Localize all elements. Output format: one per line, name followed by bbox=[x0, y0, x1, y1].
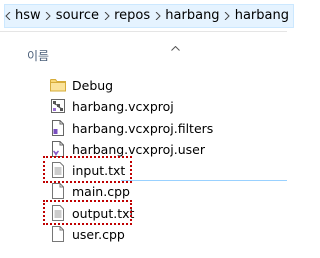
file-name: Debug bbox=[72, 77, 114, 93]
breadcrumb-separator-icon[interactable] bbox=[45, 5, 52, 27]
column-name-label[interactable]: 이름 bbox=[27, 47, 49, 64]
breadcrumb-item-source[interactable]: source bbox=[52, 5, 103, 27]
list-item-debug[interactable]: Debug bbox=[45, 75, 113, 95]
document-icon bbox=[50, 183, 66, 199]
list-item-vcxproj[interactable]: harbang.vcxproj bbox=[45, 96, 174, 116]
file-name: harbang.vcxproj.filters bbox=[72, 120, 214, 136]
breadcrumb-separator-icon[interactable] bbox=[224, 5, 231, 27]
filters-file-icon bbox=[50, 120, 66, 136]
breadcrumb-item-harbang[interactable]: harbang bbox=[161, 5, 223, 27]
address-bar: hsw source repos harbang harbang bbox=[0, 0, 294, 32]
file-name: main.cpp bbox=[72, 183, 130, 199]
breadcrumb[interactable]: hsw source repos harbang harbang bbox=[4, 4, 294, 28]
file-name: harbang.vcxproj bbox=[72, 98, 174, 114]
highlight-box-input bbox=[43, 156, 132, 183]
sort-ascending-icon bbox=[171, 40, 180, 54]
breadcrumb-item-harbang-current[interactable]: harbang bbox=[231, 5, 293, 27]
highlight-box-output bbox=[43, 200, 132, 225]
column-header[interactable]: 이름 bbox=[0, 33, 287, 64]
list-item-user-cpp[interactable]: user.cpp bbox=[45, 224, 125, 244]
breadcrumb-item-hsw[interactable]: hsw bbox=[11, 5, 45, 27]
file-name: harbang.vcxproj.user bbox=[72, 141, 205, 157]
document-icon bbox=[50, 226, 66, 242]
vcxproj-icon bbox=[50, 98, 66, 114]
breadcrumb-separator-icon[interactable] bbox=[154, 5, 161, 27]
breadcrumb-item-repos[interactable]: repos bbox=[110, 5, 154, 27]
list-item-vcxproj-filters[interactable]: harbang.vcxproj.filters bbox=[45, 118, 213, 138]
vs-user-file-icon bbox=[50, 141, 66, 157]
list-item-main-cpp[interactable]: main.cpp bbox=[45, 181, 130, 201]
focus-line bbox=[121, 180, 287, 181]
file-name: user.cpp bbox=[72, 226, 125, 242]
breadcrumb-separator-icon[interactable] bbox=[103, 5, 110, 27]
folder-icon bbox=[50, 77, 66, 93]
